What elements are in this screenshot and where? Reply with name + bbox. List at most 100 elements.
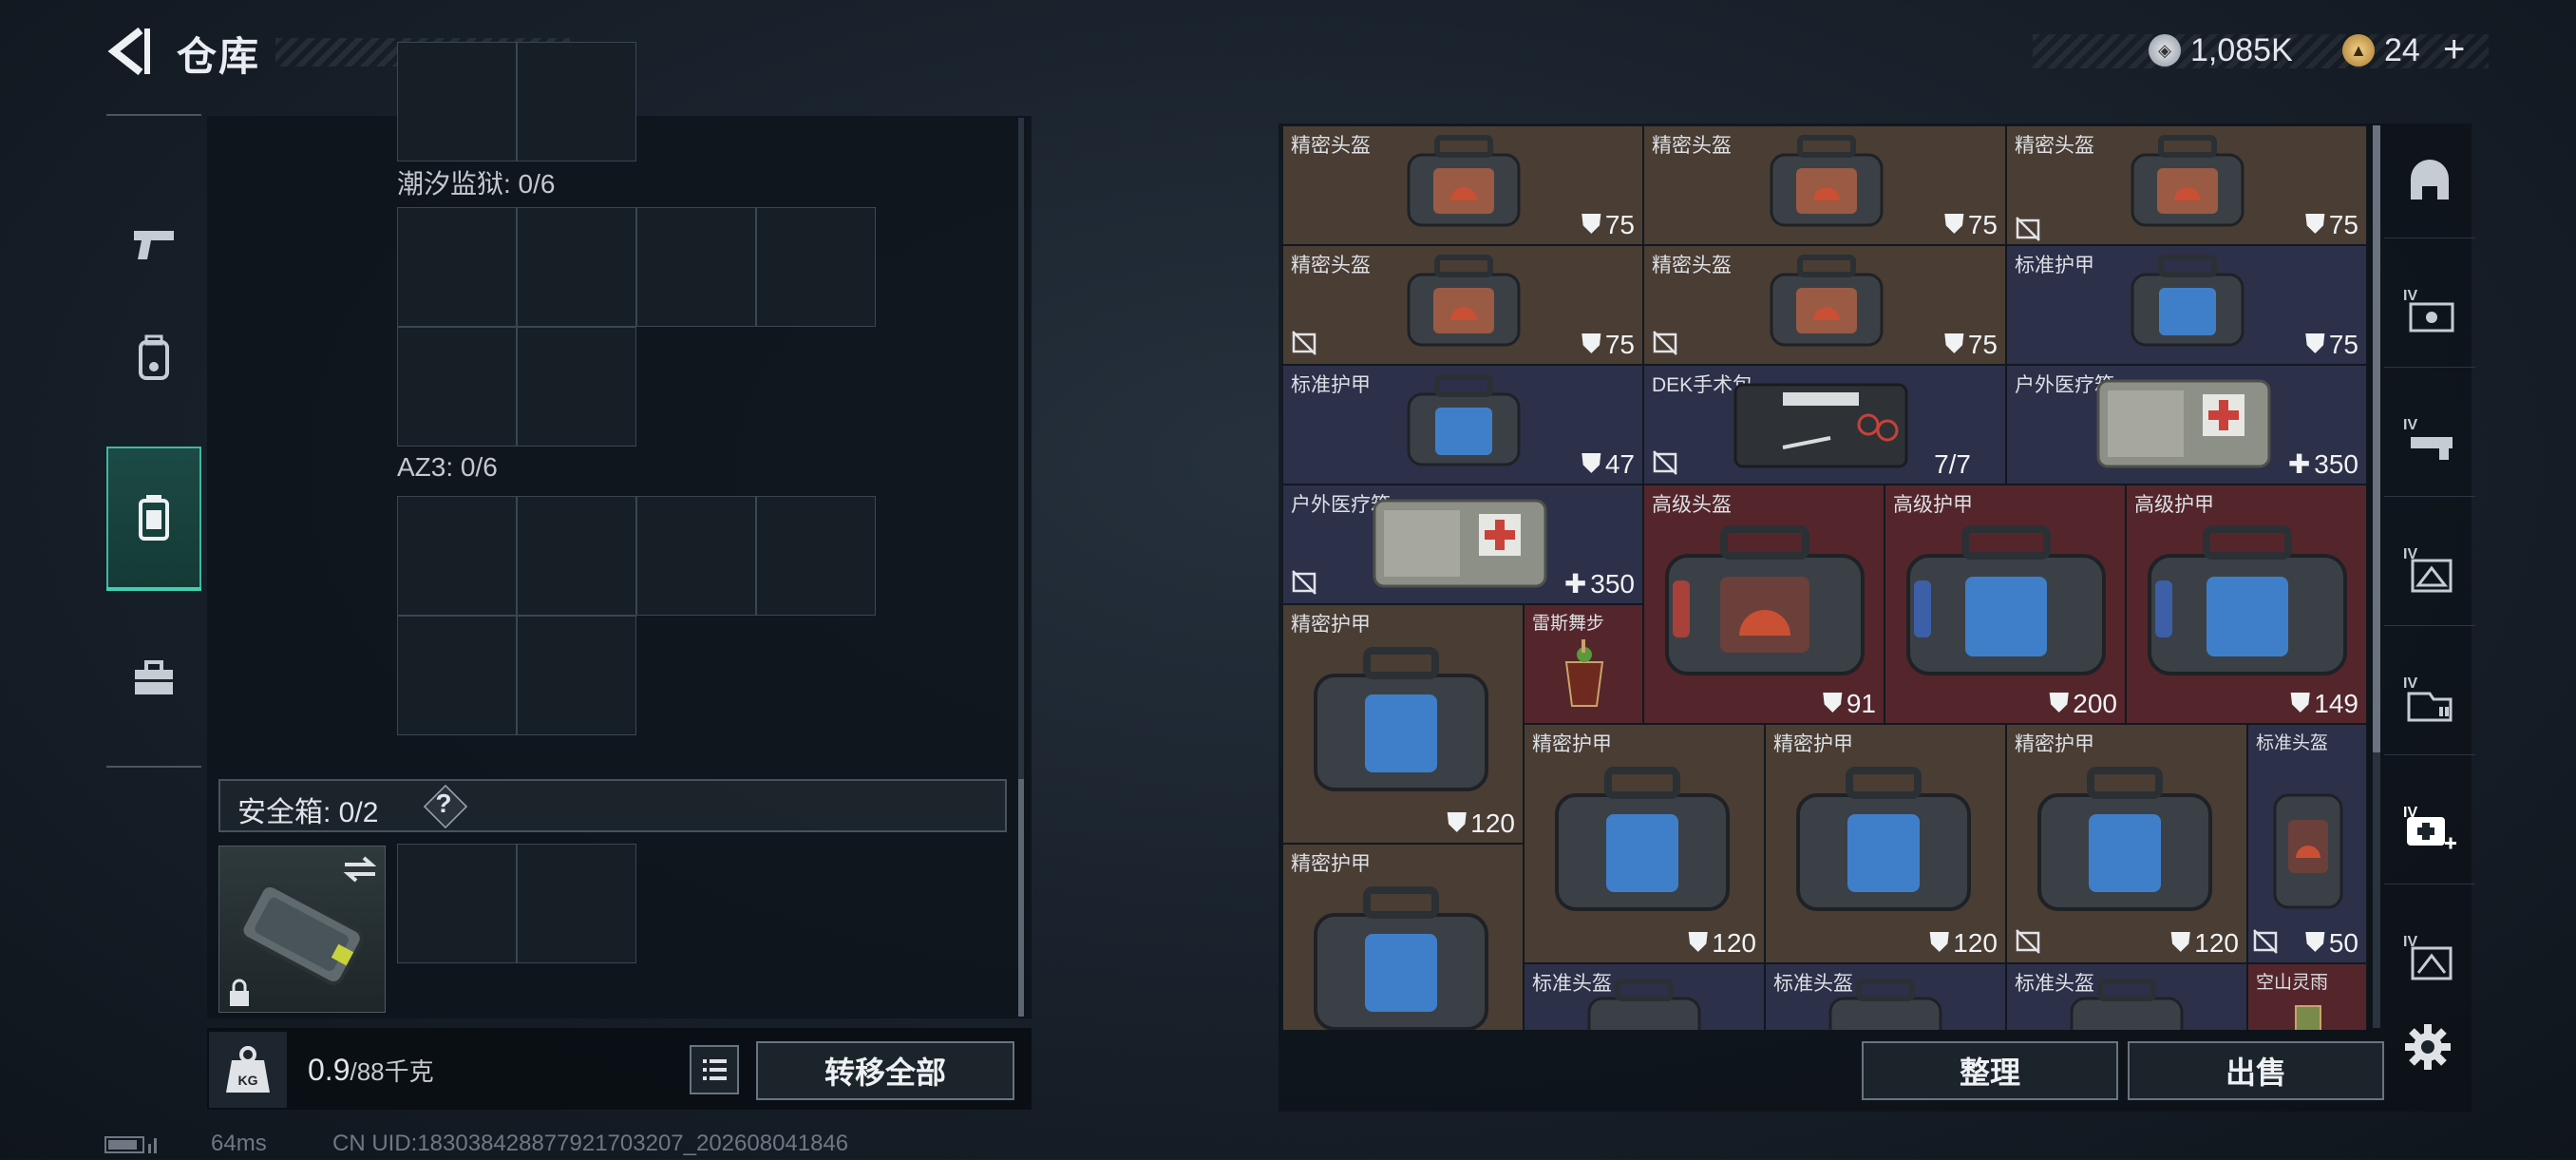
item-value: ✚ 350 [1563, 568, 1635, 599]
sell-button[interactable]: 出售 [2128, 1041, 2384, 1100]
item-standard-armor[interactable]: 标准护甲 ⛊ 75 [2006, 245, 2367, 365]
item-value: ⛊ 75 [1581, 329, 1635, 359]
item-precision-armor[interactable]: 精密护甲 ⛊ 120 [2006, 724, 2247, 963]
item-precision-helmet[interactable]: 精密头盔 ⛊ 75 [2006, 125, 2367, 245]
left-category-nav [106, 114, 201, 768]
safe-slot-cell[interactable] [517, 844, 636, 963]
slot-cell[interactable] [517, 207, 636, 327]
item-dek-surgery-kit[interactable]: DEK手术包 7/7 [1643, 365, 2006, 485]
no-trade-icon [1292, 570, 1316, 595]
level4-medkit-icon: IV [2403, 805, 2456, 849]
item-standard-helmet[interactable]: 标准头盔 [1524, 963, 1765, 1030]
nav-tools[interactable] [106, 606, 201, 749]
filter-level4-gun[interactable]: IV [2384, 382, 2475, 497]
item-precision-helmet[interactable]: 精密头盔 ⛊ 75 [1282, 245, 1643, 365]
shield-icon: ⛊ [1943, 329, 1964, 358]
sort-button[interactable]: 整理 [1862, 1041, 2118, 1100]
shield-icon: ⛊ [1581, 209, 1601, 238]
item-precision-armor[interactable]: 精密护甲 ⛊ 120 [1524, 724, 1765, 963]
safe-slot-cell[interactable] [397, 844, 517, 963]
armor-bag-image [1314, 647, 1488, 791]
armor-bag-image [1314, 886, 1488, 1030]
stash-scroll-thumb[interactable] [2373, 125, 2380, 752]
filter-level4-misc[interactable]: IV [2384, 899, 2475, 1013]
item-outdoor-medkit[interactable]: 户外医疗箱 ✚ 350 [1282, 485, 1643, 604]
shield-icon: ⛊ [2304, 209, 2325, 238]
level4-misc-icon: IV [2403, 934, 2453, 980]
item-value: 7/7 [1934, 449, 1971, 479]
armor-bag-image [1906, 525, 2106, 675]
item-name: 精密头盔 [1291, 135, 1371, 157]
ping-display: 64ms [211, 1131, 267, 1156]
nav-gear[interactable] [106, 287, 201, 429]
item-advanced-armor[interactable]: 高级护甲 ⛊ 149 [2126, 485, 2367, 724]
item-precision-helmet[interactable]: 精密头盔 ⛊ 75 [1643, 245, 2006, 365]
no-trade-icon [1653, 331, 1677, 355]
item-value: ⛊ 91 [1822, 688, 1876, 718]
slot-cell[interactable] [756, 207, 876, 327]
item-standard-helmet[interactable]: 标准头盔 [2006, 963, 2247, 1030]
slot-cell[interactable] [397, 42, 517, 162]
slot-cell[interactable] [397, 496, 517, 616]
list-view-button[interactable] [690, 1045, 739, 1094]
slot-cell[interactable] [756, 496, 876, 616]
item-standard-armor[interactable]: 标准护甲 ⛊ 47 [1282, 365, 1643, 485]
slot-cell[interactable] [517, 42, 636, 162]
armor-bag-image [2037, 767, 2212, 911]
slot-cell[interactable] [636, 496, 756, 616]
move-all-button[interactable]: 转移全部 [756, 1041, 1014, 1100]
slot-cell[interactable] [397, 327, 517, 447]
item-precision-armor[interactable]: 精密护甲 ⛊ 120 [1765, 724, 2006, 963]
safe-box-item[interactable] [218, 846, 386, 1013]
item-advanced-armor[interactable]: 高级护甲 ⛊ 200 [1885, 485, 2126, 724]
item-precision-helmet[interactable]: 精密头盔 ⛊ 75 [1643, 125, 2006, 245]
filter-level4-weapon[interactable]: IV [2384, 253, 2475, 368]
item-name: 精密头盔 [1291, 255, 1371, 276]
helmet-bag-image [1770, 255, 1884, 347]
svg-text:IV: IV [2403, 288, 2417, 304]
help-question-mark[interactable]: ? [429, 789, 458, 819]
helmet-slot-icon [2411, 160, 2449, 200]
slot-cell[interactable] [517, 327, 636, 447]
container-scroll-thumb[interactable] [1018, 779, 1024, 1017]
helmet-bag-image [1665, 525, 1865, 675]
item-precision-helmet[interactable]: 精密头盔 ⛊ 75 [1282, 125, 1643, 245]
armor-bag-image [1407, 374, 1521, 466]
filter-level4-medkit[interactable]: IV [2384, 770, 2475, 884]
item-empty-mountain-rain[interactable]: 空山灵雨 [2247, 963, 2367, 1030]
cocktail-image [2295, 1005, 2321, 1030]
nav-containers[interactable] [106, 447, 201, 591]
svg-text:IV: IV [2403, 675, 2417, 692]
item-name: 精密头盔 [1652, 135, 1732, 157]
item-outdoor-medkit[interactable]: 户外医疗箱 ✚ 350 [2006, 365, 2367, 485]
battery-icon [104, 1134, 161, 1160]
kg-label: KG [238, 1073, 258, 1088]
item-standard-helmet[interactable]: 标准头盔 ⛊ 50 [2247, 724, 2367, 963]
helmet-bag-image [2131, 135, 2245, 227]
filter-level4-container[interactable]: IV [2384, 640, 2475, 755]
item-standard-helmet[interactable]: 标准头盔 [1765, 963, 2006, 1030]
item-advanced-helmet[interactable]: 高级头盔 ⛊ 91 [1643, 485, 1885, 724]
slot-cell[interactable] [636, 207, 756, 327]
slot-cell[interactable] [517, 616, 636, 735]
weight-unit: /88千克 [350, 1057, 434, 1086]
item-name: 精密头盔 [1652, 255, 1732, 276]
swap-icon[interactable] [341, 854, 379, 884]
item-name: 精密头盔 [2015, 135, 2094, 157]
slot-cell[interactable] [397, 616, 517, 735]
back-button[interactable] [103, 25, 152, 78]
filter-helmet[interactable] [2384, 124, 2475, 238]
add-currency-button[interactable]: + [2443, 29, 2465, 71]
section-label: 潮汐监狱: 0/6 [397, 169, 556, 199]
settings-button[interactable] [2403, 1022, 2453, 1072]
filter-level4-armor[interactable]: IV [2384, 511, 2475, 626]
slot-cell[interactable] [517, 496, 636, 616]
item-precision-armor[interactable]: 精密护甲 ⛊ 120 [1282, 604, 1524, 844]
item-precision-armor[interactable]: 精密护甲 [1282, 844, 1524, 1030]
item-res-dance[interactable]: 雷斯舞步 [1524, 604, 1643, 724]
item-name: 空山灵雨 [2256, 973, 2329, 993]
shield-icon: ⛊ [2304, 329, 2325, 358]
armor-bag-image [1796, 767, 1971, 911]
slot-cell[interactable] [397, 207, 517, 327]
gold-amount: 24 [2384, 32, 2420, 68]
